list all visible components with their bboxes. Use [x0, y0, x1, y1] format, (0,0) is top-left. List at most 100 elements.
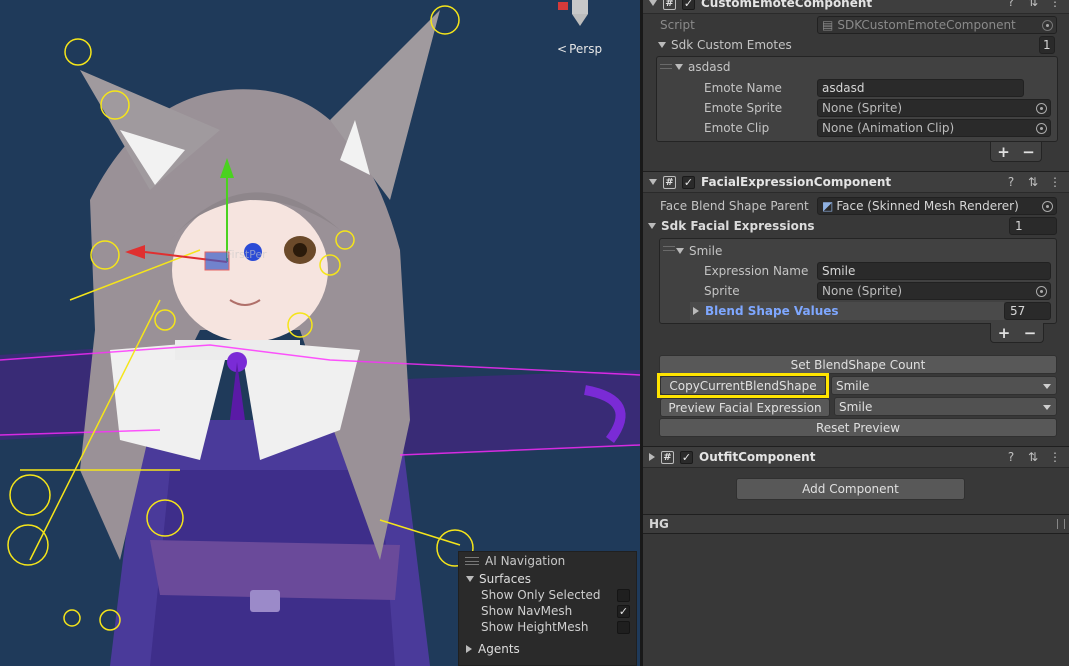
component-enable-checkbox[interactable]: ✓: [682, 175, 695, 189]
expression-name-input[interactable]: Smile: [817, 262, 1051, 280]
ai-navigation-overlay[interactable]: AI Navigation Surfaces Show Only Selecte…: [458, 551, 637, 666]
dropdown-value: Smile: [836, 378, 870, 393]
overlay-title-bar[interactable]: AI Navigation: [459, 552, 636, 570]
inspector-panel: # ✓ CustomEmoteComponent ? ⇅ ⋮ Script ▤ S…: [643, 0, 1069, 666]
show-heightmesh-checkbox[interactable]: [617, 620, 630, 634]
orientation-gizmo[interactable]: [550, 0, 610, 30]
list-label: Sdk Facial Expressions: [661, 219, 815, 233]
object-picker-icon[interactable]: [1036, 286, 1047, 297]
remove-element-button[interactable]: −: [1022, 143, 1035, 161]
context-menu-icon[interactable]: ⋮: [1049, 450, 1061, 464]
context-menu-icon[interactable]: ⋮: [1049, 175, 1061, 189]
sdk-custom-emotes-foldout[interactable]: Sdk Custom Emotes: [658, 36, 792, 54]
surfaces-foldout[interactable]: Surfaces: [459, 570, 636, 587]
firstperson-ghost-label: FirstPer: [226, 248, 267, 261]
overlay-title: AI Navigation: [485, 554, 566, 568]
expression-sprite-row: Sprite: [704, 282, 740, 300]
list-label: Sdk Custom Emotes: [671, 38, 792, 52]
outfit-component-header[interactable]: # ✓ OutfitComponent ? ⇅ ⋮: [643, 446, 1069, 468]
persp-label: Persp: [569, 42, 603, 56]
hg-label: HG: [649, 517, 669, 531]
option-show-navmesh[interactable]: Show NavMesh ✓: [459, 603, 636, 619]
script-icon: #: [663, 175, 676, 189]
foldout-open-icon[interactable]: [649, 0, 657, 6]
object-picker-icon: [1042, 20, 1053, 31]
emote-clip-row: Emote Clip: [704, 119, 769, 137]
show-only-selected-checkbox[interactable]: [617, 588, 630, 602]
blend-shape-count-field[interactable]: 57: [1004, 302, 1051, 320]
blend-shape-values-foldout[interactable]: Blend Shape Values: [690, 302, 1004, 320]
script-value: SDKCustomEmoteComponent: [837, 18, 1016, 32]
presets-icon[interactable]: ⇅: [1027, 175, 1039, 189]
component-enable-checkbox[interactable]: ✓: [680, 450, 693, 464]
agents-label: Agents: [478, 641, 520, 656]
option-show-heightmesh[interactable]: Show HeightMesh: [459, 619, 636, 635]
remove-element-button[interactable]: −: [1024, 324, 1037, 342]
reset-preview-button[interactable]: Reset Preview: [659, 418, 1057, 437]
expressions-size-field[interactable]: 1: [1009, 217, 1057, 235]
copy-expression-dropdown[interactable]: Smile: [831, 376, 1057, 395]
option-show-only-selected[interactable]: Show Only Selected: [459, 587, 636, 603]
emotes-size-field[interactable]: 1: [1039, 36, 1055, 54]
expression-name-label: Expression Name: [704, 264, 809, 278]
emote-name-label: Emote Name: [704, 81, 782, 95]
emotes-list-footer: + −: [990, 142, 1042, 162]
face-blend-parent-row: Face Blend Shape Parent: [660, 197, 809, 215]
expression-name-row: Expression Name: [704, 262, 808, 280]
emote-element-foldout[interactable]: asdasd: [675, 58, 730, 76]
drag-handle-icon[interactable]: [465, 557, 479, 565]
reorder-handle-icon[interactable]: [660, 64, 672, 69]
element-label: asdasd: [688, 60, 731, 74]
emote-sprite-label: Emote Sprite: [704, 101, 783, 115]
expressions-list-footer: + −: [990, 323, 1044, 343]
projection-toggle[interactable]: < Persp: [557, 42, 602, 56]
expression-element-foldout[interactable]: Smile: [676, 242, 722, 260]
show-navmesh-checkbox[interactable]: ✓: [617, 604, 630, 618]
expression-sprite-field[interactable]: None (Sprite): [817, 282, 1051, 300]
custom-emote-component-header[interactable]: # ✓ CustomEmoteComponent ? ⇅ ⋮: [643, 0, 1069, 14]
add-element-button[interactable]: +: [997, 143, 1010, 161]
panel-grip-icon[interactable]: [1057, 519, 1065, 529]
emote-name-input[interactable]: asdasd: [817, 79, 1024, 97]
foldout-closed-icon[interactable]: [649, 453, 655, 461]
help-icon[interactable]: ?: [1005, 450, 1017, 464]
object-picker-icon[interactable]: [1042, 201, 1053, 212]
face-blend-parent-field[interactable]: ◩ Face (Skinned Mesh Renderer): [817, 197, 1057, 215]
sprite-label: Sprite: [704, 284, 740, 298]
help-icon[interactable]: ?: [1005, 175, 1017, 189]
blend-shape-values-label: Blend Shape Values: [705, 304, 839, 318]
hg-panel-header[interactable]: HG: [643, 514, 1069, 534]
emote-clip-field[interactable]: None (Animation Clip): [817, 119, 1051, 137]
script-icon: #: [663, 0, 676, 10]
foldout-open-icon: [648, 223, 656, 229]
add-component-button[interactable]: Add Component: [736, 478, 965, 500]
reorder-handle-icon[interactable]: [663, 246, 675, 251]
component-enable-checkbox[interactable]: ✓: [682, 0, 695, 10]
face-blend-parent-label: Face Blend Shape Parent: [660, 199, 809, 213]
emote-sprite-field[interactable]: None (Sprite): [817, 99, 1051, 117]
foldout-open-icon[interactable]: [649, 179, 657, 185]
highlight-box: [657, 373, 829, 398]
face-blend-parent-value: Face (Skinned Mesh Renderer): [836, 199, 1019, 213]
help-icon[interactable]: ?: [1005, 0, 1017, 9]
object-picker-icon[interactable]: [1036, 103, 1047, 114]
object-picker-icon[interactable]: [1036, 123, 1047, 134]
scene-view[interactable]: FirstPer < Persp AI Navigation Surfaces S…: [0, 0, 640, 666]
preview-expression-dropdown[interactable]: Smile: [834, 397, 1057, 416]
foldout-closed-icon: [693, 307, 699, 315]
sprite-value: None (Sprite): [822, 284, 903, 298]
facial-expression-component-header[interactable]: # ✓ FacialExpressionComponent ? ⇅ ⋮: [643, 171, 1069, 193]
option-label: Show HeightMesh: [481, 620, 589, 634]
presets-icon[interactable]: ⇅: [1027, 0, 1039, 9]
emote-clip-value: None (Animation Clip): [822, 121, 955, 135]
sdk-facial-expressions-foldout[interactable]: Sdk Facial Expressions: [648, 217, 815, 235]
presets-icon[interactable]: ⇅: [1027, 450, 1039, 464]
emote-sprite-row: Emote Sprite: [704, 99, 782, 117]
preview-facial-expression-button[interactable]: Preview Facial Expression: [660, 398, 830, 417]
set-blendshape-count-button[interactable]: Set BlendShape Count: [659, 355, 1057, 374]
agents-foldout[interactable]: Agents: [459, 640, 636, 657]
component-title: CustomEmoteComponent: [701, 0, 873, 10]
script-row: Script: [660, 16, 695, 34]
add-element-button[interactable]: +: [998, 324, 1011, 342]
context-menu-icon[interactable]: ⋮: [1049, 0, 1061, 9]
